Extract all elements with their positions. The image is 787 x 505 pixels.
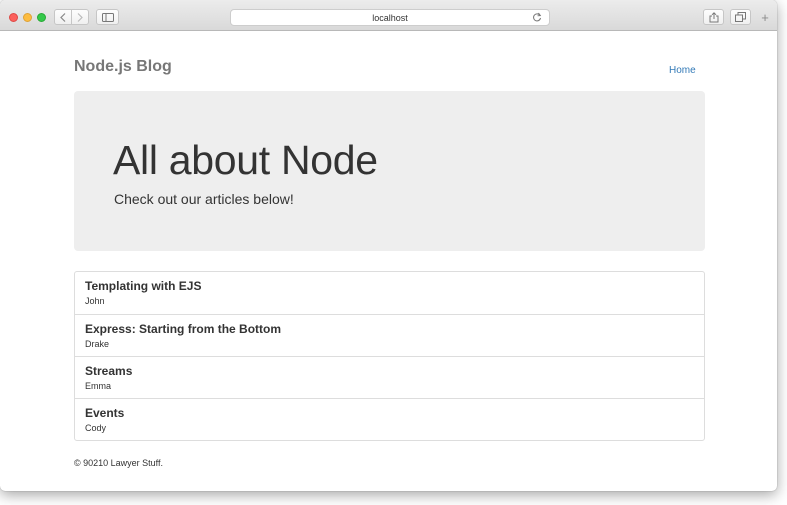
tabs-icon: [735, 12, 746, 22]
article-list: Templating with EJS John Express: Starti…: [74, 271, 705, 441]
reload-button[interactable]: [532, 12, 542, 24]
article-title: Events: [85, 406, 125, 420]
article-title: Streams: [85, 364, 133, 378]
share-icon: [709, 11, 718, 22]
sidebar-icon: [101, 12, 114, 22]
chevron-right-icon: [77, 12, 83, 22]
sidebar-toggle-button[interactable]: [96, 9, 119, 25]
forward-button[interactable]: [72, 10, 88, 24]
back-button[interactable]: [55, 10, 72, 24]
footer-text: © 90210 Lawyer Stuff.: [74, 458, 164, 468]
share-button[interactable]: [703, 9, 724, 25]
site-brand[interactable]: Node.js Blog: [74, 58, 172, 76]
article-author: Drake: [85, 339, 110, 349]
browser-toolbar: localhost +: [0, 0, 777, 31]
article-title: Express: Starting from the Bottom: [85, 322, 282, 336]
reload-icon: [533, 12, 542, 22]
article-title: Templating with EJS: [85, 279, 202, 293]
list-item[interactable]: Streams Emma: [75, 356, 704, 398]
url-text: localhost: [372, 12, 408, 23]
article-author: Emma: [85, 381, 112, 391]
address-bar[interactable]: localhost: [230, 9, 550, 26]
show-tabs-button[interactable]: [730, 9, 751, 25]
page-title: All about Node: [113, 137, 378, 183]
article-author: John: [85, 296, 105, 306]
list-item[interactable]: Express: Starting from the Bottom Drake: [75, 314, 704, 356]
nav-home-link[interactable]: Home: [669, 65, 696, 76]
new-tab-plus-icon[interactable]: +: [758, 10, 772, 26]
close-window-button[interactable]: [9, 13, 18, 22]
list-item[interactable]: Events Cody: [75, 398, 704, 440]
chevron-left-icon: [59, 12, 66, 22]
jumbotron: All about Node Check out our articles be…: [74, 91, 705, 251]
back-forward-group: [54, 9, 89, 25]
browser-window: localhost + Node.js Blog Home All about …: [0, 0, 777, 491]
zoom-window-button[interactable]: [37, 13, 46, 22]
page-subtitle: Check out our articles below!: [114, 191, 294, 207]
list-item[interactable]: Templating with EJS John: [75, 272, 704, 314]
article-author: Cody: [85, 423, 107, 433]
minimize-window-button[interactable]: [23, 13, 32, 22]
